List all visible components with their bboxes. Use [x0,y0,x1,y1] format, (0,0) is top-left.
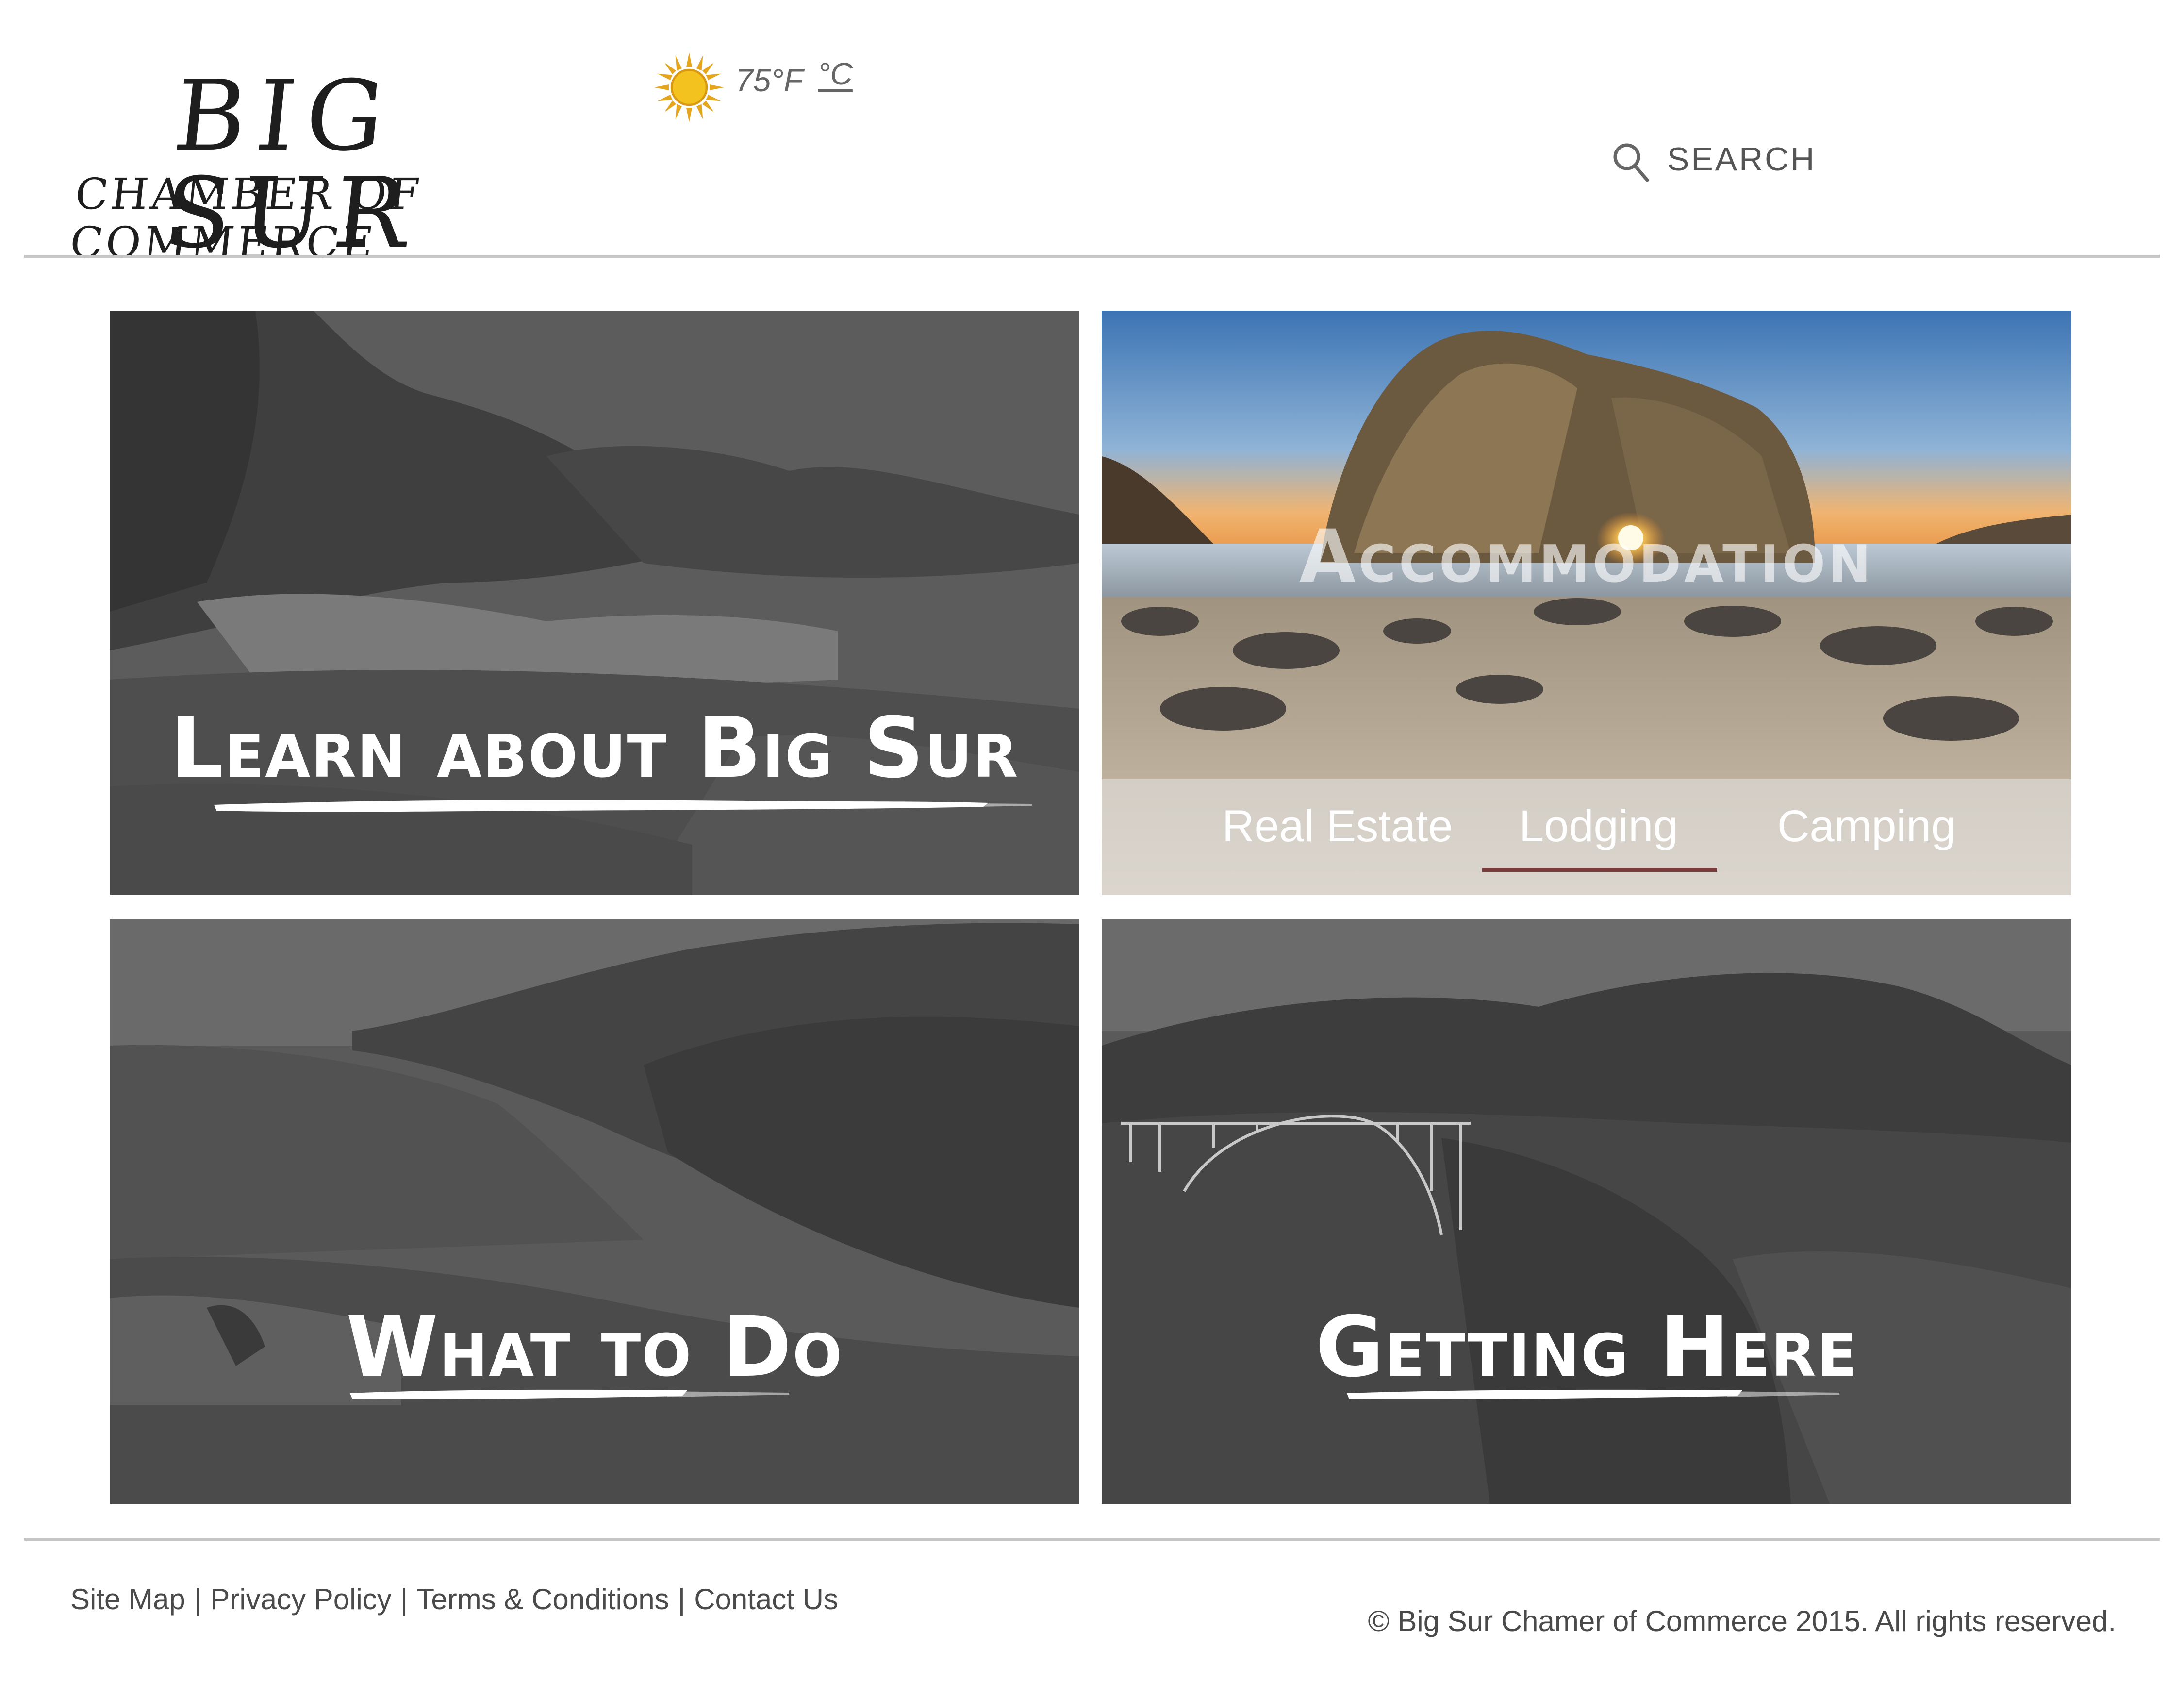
sun-icon [654,52,724,122]
footer-separator: | [194,1583,202,1616]
footer-link-contact-us[interactable]: Contact Us [694,1583,838,1616]
celsius-toggle-link[interactable]: °C [818,56,853,92]
footer-link-terms[interactable]: Terms & Conditions [416,1583,669,1616]
copyright-notice: © Big Sur Chamer of Commerce 2015. All r… [1368,1605,2116,1637]
brush-underline [350,1389,789,1399]
header-divider [24,255,2160,258]
coastline-cliffs-image [110,919,1079,1504]
weather-widget: 75°F °C [653,51,857,124]
footer-link-privacy-policy[interactable]: Privacy Policy [210,1583,391,1616]
tile-title[interactable]: Getting Here [1102,1298,2071,1396]
tile-title[interactable]: What to Do [110,1298,1079,1396]
brush-underline [1347,1389,1839,1399]
submenu-link-camping[interactable]: Camping [1777,801,1956,852]
active-link-underline [1482,868,1717,872]
tile-title[interactable]: Learn about Big Sur [110,699,1079,797]
logo-subtitle: CHAMBER OF COMMERCE [67,169,425,267]
submenu-link-lodging[interactable]: Lodging [1519,801,1678,852]
tile-title[interactable]: Accommodation [1102,515,2071,599]
submenu-link-real-estate[interactable]: Real Estate [1222,801,1453,852]
search-label[interactable]: SEARCH [1667,140,1816,178]
bixby-bridge-image [1102,919,2071,1504]
temperature-fahrenheit: 75°F [735,62,804,98]
tile-learn-about-big-sur[interactable]: Learn about Big Sur [110,311,1079,895]
footer-link-site-map[interactable]: Site Map [70,1583,185,1616]
footer-separator: | [678,1583,686,1616]
footer-divider [24,1538,2160,1541]
brush-underline [214,800,1032,812]
search-box[interactable]: SEARCH [1611,133,1835,187]
search-icon[interactable] [1611,141,1650,182]
footer-nav: Site Map | Privacy Policy | Terms & Conditio… [70,1582,838,1616]
tile-accommodation[interactable]: Accommodation Real Estate Lodging Campin… [1102,311,2071,895]
footer-separator: | [400,1583,408,1616]
tile-getting-here[interactable]: Getting Here [1102,919,2071,1504]
tile-what-to-do[interactable]: What to Do [110,919,1079,1504]
